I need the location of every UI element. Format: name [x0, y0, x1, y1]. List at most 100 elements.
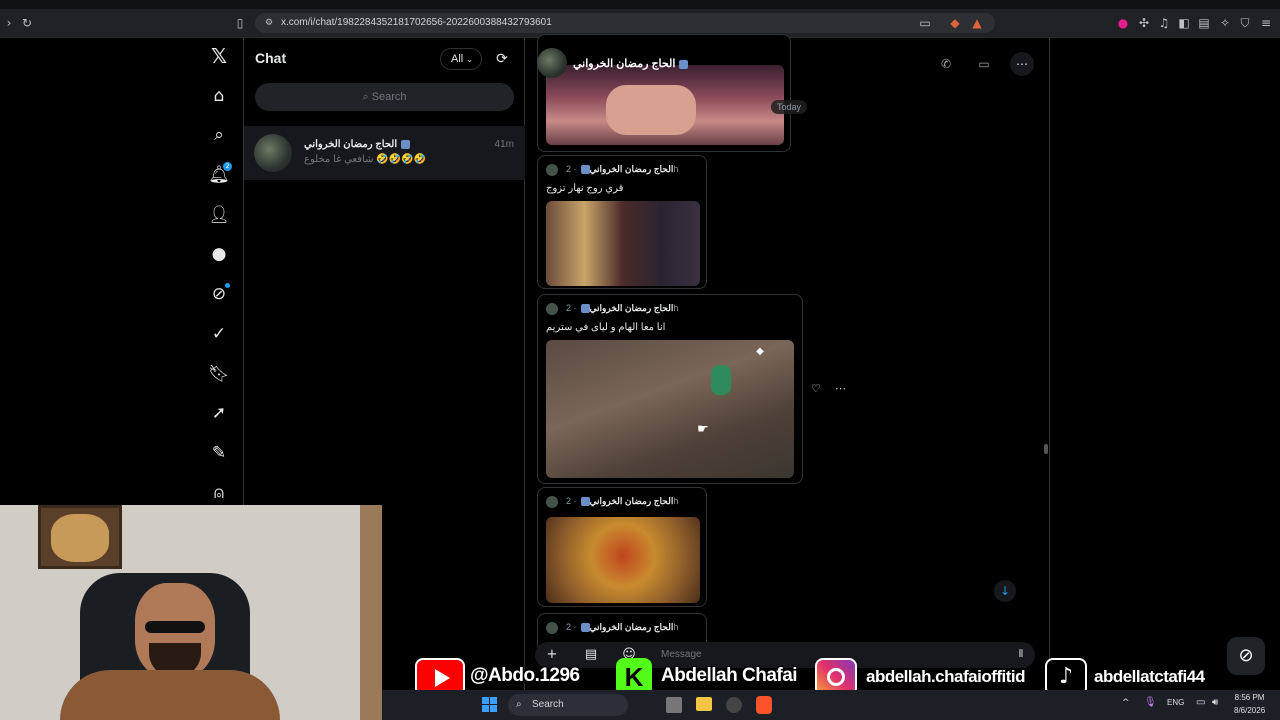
scroll-down-icon[interactable]: ↓ — [994, 580, 1016, 602]
drafts-icon[interactable]: ✎ — [205, 439, 233, 467]
figure-shape — [711, 365, 731, 395]
url-text: x.com/i/chat/1982284352181702656-2022600… — [281, 17, 552, 28]
message-text: انا معا الهام و لياى في ستريم — [546, 322, 666, 333]
windows-start-icon[interactable] — [482, 697, 498, 713]
door-frame — [360, 505, 382, 720]
home-icon[interactable]: ⌂ — [205, 82, 233, 110]
windows-taskbar: ⌕ Search ^ 🎙︎ ENG ▭ 🔊︎ 8:56 PM 8/6/2026 — [382, 690, 1280, 720]
tab-strip — [0, 0, 1280, 9]
message-bubble[interactable]: الحاج رمضان الخرواني· 2h — [537, 487, 707, 607]
message-avatar — [546, 622, 558, 634]
wallet-icon[interactable]: ▤ — [1197, 16, 1211, 30]
video-call-icon[interactable]: ▭ — [972, 52, 996, 76]
kick-handle: Abdellah Chafai — [661, 665, 798, 686]
search-icon: ⌕ — [362, 90, 369, 103]
site-settings-icon[interactable]: ⚙ — [262, 16, 276, 30]
app-icon[interactable] — [726, 697, 742, 713]
conversation-pane: الحاج رمضان الخرواني ✆ ▭ ⋯ Today الحاج ر… — [525, 34, 1050, 720]
x-logo-icon[interactable]: 𝕏 — [205, 42, 233, 70]
network-icon[interactable]: ▭ — [1196, 697, 1205, 708]
brave-taskbar-icon[interactable] — [756, 696, 772, 714]
reload-icon[interactable]: ↻ — [20, 16, 34, 30]
language-indicator[interactable]: ENG — [1167, 698, 1184, 707]
taskbar-search-label: Search — [532, 699, 564, 710]
conversation-time: 41m — [494, 139, 514, 150]
filter-dropdown[interactable]: All ⌄ — [440, 48, 482, 70]
grok-float-icon[interactable]: ⊘ — [1227, 637, 1265, 675]
message-avatar — [546, 303, 558, 315]
follow-icon[interactable]: 👤︎ — [205, 201, 233, 229]
call-icon[interactable]: ✆ — [934, 52, 958, 76]
instagram-handle: abdellah.chafaioffitid — [866, 667, 1026, 686]
verified-badge-icon — [580, 165, 590, 175]
new-chat-icon[interactable]: ⟳ — [491, 48, 513, 70]
grok-icon[interactable]: ⊘ — [205, 280, 233, 308]
forward-icon[interactable]: › — [2, 16, 16, 30]
bookmark-icon[interactable]: ▯ — [233, 16, 247, 30]
profile-icon[interactable]: ⍝ — [205, 479, 233, 507]
jobs-icon[interactable]: ➚ — [205, 399, 233, 427]
diamond-icon: ◆ — [756, 346, 764, 357]
header-avatar[interactable] — [537, 48, 567, 78]
extension-icon[interactable]: ● — [1116, 16, 1130, 30]
tiktok-handle: abdellatctafi44 — [1094, 667, 1205, 686]
volume-icon[interactable]: 🔊︎ — [1212, 697, 1218, 708]
hands-shape — [606, 85, 696, 135]
message-avatar — [546, 164, 558, 176]
person-shirt — [60, 670, 280, 720]
avatar — [254, 134, 292, 172]
message-author: الحاج رمضان الخرواني· 2h — [566, 622, 679, 633]
brave-rewards-icon[interactable]: ▲ — [970, 16, 984, 30]
notifications-icon[interactable]: 🔔︎ 2 — [205, 161, 233, 189]
brave-shield-icon[interactable]: ◆ — [948, 16, 962, 30]
media-icon[interactable]: ♫ — [1157, 16, 1171, 30]
message-bubble[interactable]: الحاج رمضان الخرواني· 2h انا معا الهام و… — [537, 294, 803, 484]
verified-badge-icon — [580, 304, 590, 314]
sidebar-icon[interactable]: ◧ — [1177, 16, 1191, 30]
message-author: الحاج رمضان الخرواني· 2h — [566, 303, 679, 314]
leo-ai-icon[interactable]: ✧ — [1218, 16, 1232, 30]
message-author: الحاج رمضان الخرواني· 2h — [566, 496, 679, 507]
webcam-overlay — [0, 505, 382, 720]
message-bubble[interactable]: الحاج رمضان الخرواني· 2h قري روج نهار تز… — [537, 155, 707, 289]
grok-dot — [225, 283, 230, 288]
tray-chevron-icon[interactable]: ^ — [1122, 698, 1130, 708]
message-image[interactable] — [546, 201, 700, 286]
puzzle-icon[interactable]: ✣ — [1137, 16, 1151, 30]
date-divider: Today — [771, 100, 808, 114]
react-icon[interactable]: ♡ — [811, 382, 821, 395]
filter-label: All — [451, 53, 464, 65]
clock-date: 8/6/2026 — [1234, 706, 1266, 715]
conversation-item[interactable]: الحاج رمضان الخرواني شافعي غا مخلوع 🤣🤣🤣🤣… — [244, 126, 525, 180]
message-image[interactable] — [546, 65, 784, 145]
bookmarks-icon[interactable]: 🔖︎ — [205, 360, 233, 388]
cast-icon[interactable]: ▭ — [918, 16, 932, 30]
message-text: قري روج نهار تزوج — [546, 183, 624, 194]
message-video[interactable]: ◆ — [546, 340, 794, 478]
task-view-icon[interactable] — [666, 697, 682, 713]
search-input[interactable]: ⌕ Search — [255, 83, 514, 111]
conversation-name: الحاج رمضان الخرواني — [304, 139, 411, 150]
explore-search-icon[interactable]: ⌕ — [205, 121, 233, 149]
message-image[interactable] — [546, 517, 700, 603]
more-options-icon[interactable]: ⋯ — [1010, 52, 1034, 76]
conversation-preview: شافعي غا مخلوع 🤣🤣🤣🤣 — [304, 154, 427, 165]
verified-icon[interactable]: ✓ — [205, 320, 233, 348]
wall-picture — [38, 505, 122, 569]
message-bubble[interactable] — [537, 34, 791, 152]
chat-icon[interactable]: ● — [205, 240, 233, 268]
vpn-icon[interactable]: ⛉ — [1238, 16, 1252, 30]
message-more-icon[interactable]: ⋯ — [835, 382, 846, 395]
file-explorer-icon[interactable] — [696, 697, 712, 711]
microphone-icon[interactable]: 🎙︎ — [1144, 697, 1157, 708]
menu-icon[interactable]: ≡ — [1259, 16, 1273, 30]
verified-badge-icon — [401, 139, 411, 149]
scrollbar-thumb[interactable] — [1044, 444, 1048, 454]
clock[interactable]: 8:56 PM 8/6/2026 — [1234, 691, 1265, 717]
verified-badge-icon — [580, 623, 590, 633]
taskbar-search[interactable]: ⌕ Search — [508, 694, 628, 716]
conversation-header-name[interactable]: الحاج رمضان الخرواني — [573, 57, 689, 70]
lion-shape — [51, 514, 109, 562]
address-bar[interactable]: x.com/i/chat/1982284352181702656-2022600… — [255, 13, 995, 33]
message-avatar — [546, 496, 558, 508]
